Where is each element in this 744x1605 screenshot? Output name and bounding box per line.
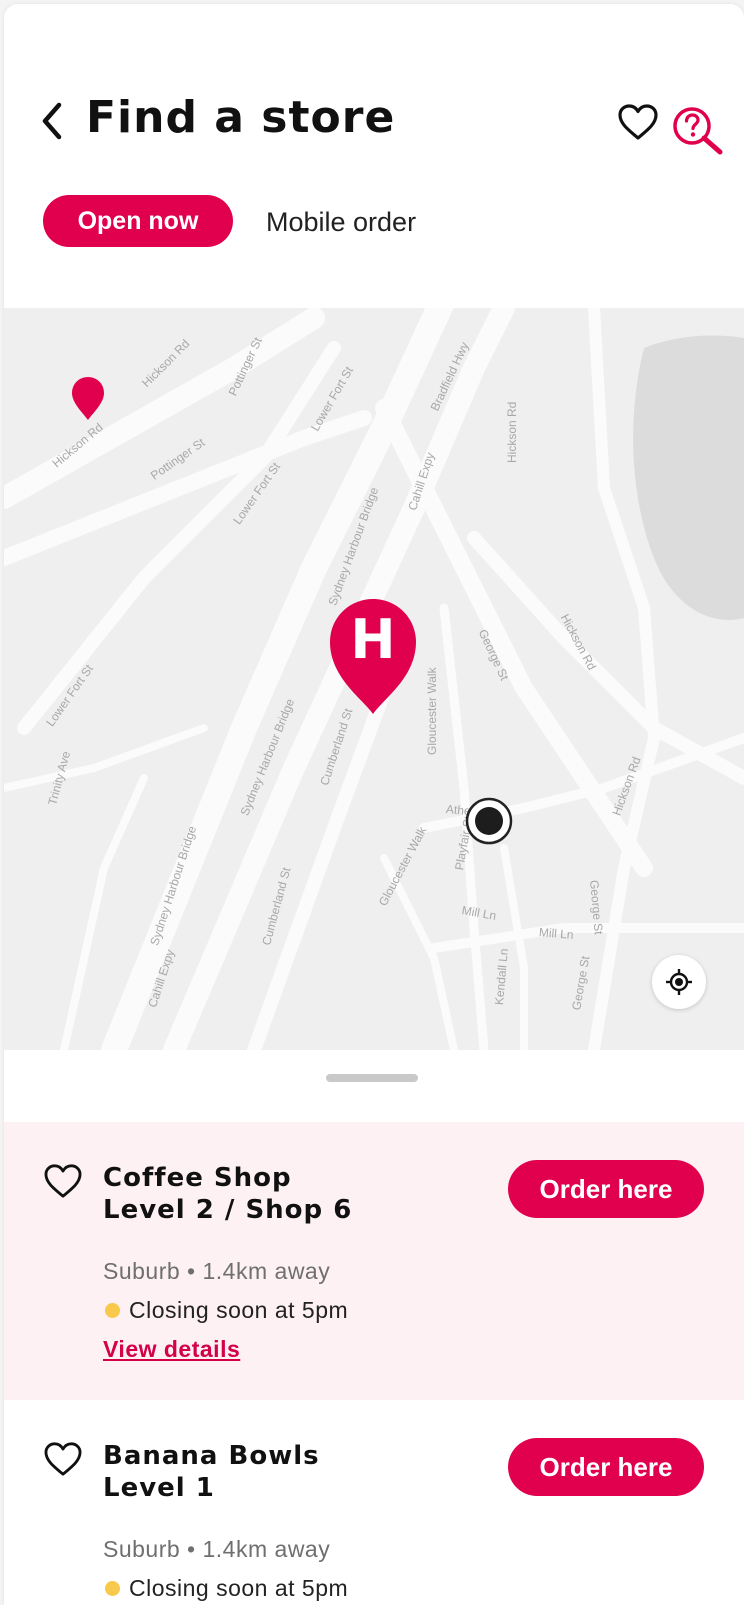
help-search-icon <box>673 107 723 155</box>
store-name-line2: Level 2 / Shop 6 <box>103 1195 353 1225</box>
store-status: Closing soon at 5pm <box>103 1297 348 1324</box>
view-details-link[interactable]: View details <box>103 1336 240 1363</box>
heart-outline-icon <box>618 104 658 140</box>
favourite-store-button[interactable] <box>40 1158 86 1204</box>
favourite-store-button[interactable] <box>40 1436 86 1482</box>
status-dot-icon <box>105 1581 120 1596</box>
street-label: Mill Ln <box>538 925 575 942</box>
recenter-location-button[interactable] <box>652 955 706 1009</box>
order-here-button[interactable]: Order here <box>508 1160 704 1218</box>
store-name-line1: Banana Bowls <box>103 1441 320 1471</box>
heart-outline-icon <box>44 1164 82 1198</box>
help-search-button[interactable] <box>672 104 728 160</box>
store-name-line1: Coffee Shop <box>103 1163 292 1193</box>
chevron-left-icon <box>42 102 62 140</box>
store-card[interactable]: Coffee Shop Level 2 / Shop 6 Order here … <box>4 1122 744 1400</box>
store-card[interactable]: Banana Bowls Level 1 Order here Suburb •… <box>4 1400 744 1605</box>
crosshair-icon <box>666 969 692 995</box>
user-location-marker <box>465 797 513 845</box>
store-map[interactable]: Hickson Rd Hickson Rd Pottinger St Potti… <box>4 308 744 1050</box>
order-here-button[interactable]: Order here <box>508 1438 704 1496</box>
favourites-button[interactable] <box>614 98 662 146</box>
store-status-text: Closing soon at 5pm <box>129 1297 349 1323</box>
heart-outline-icon <box>44 1442 82 1476</box>
store-list-sheet[interactable]: Coffee Shop Level 2 / Shop 6 Order here … <box>4 1050 744 1605</box>
store-map-pin[interactable] <box>70 375 106 421</box>
mobile-order-filter[interactable]: Mobile order <box>266 207 416 238</box>
status-dot-icon <box>105 1303 120 1318</box>
back-button[interactable] <box>38 99 66 143</box>
header: Find a store Open now Mobile order <box>4 4 744 308</box>
street-label: Hickson Rd <box>505 401 519 463</box>
store-status-text: Closing soon at 5pm <box>129 1575 349 1601</box>
find-a-store-screen: Find a store Open now Mobile order Hicks… <box>4 4 744 1605</box>
store-name: Banana Bowls Level 1 <box>103 1440 320 1504</box>
street-label: Gloucester Walk <box>425 667 439 755</box>
selected-store-pin[interactable]: H <box>326 596 420 716</box>
sheet-drag-handle[interactable] <box>326 1074 418 1082</box>
store-status: Closing soon at 5pm <box>103 1575 348 1602</box>
page-title: Find a store <box>86 92 396 143</box>
open-now-filter[interactable]: Open now <box>43 195 233 247</box>
pin-letter: H <box>350 608 396 671</box>
store-distance: Suburb • 1.4km away <box>103 1258 331 1284</box>
store-name-line2: Level 1 <box>103 1473 215 1503</box>
store-distance: Suburb • 1.4km away <box>103 1536 331 1562</box>
store-name: Coffee Shop Level 2 / Shop 6 <box>103 1162 352 1226</box>
